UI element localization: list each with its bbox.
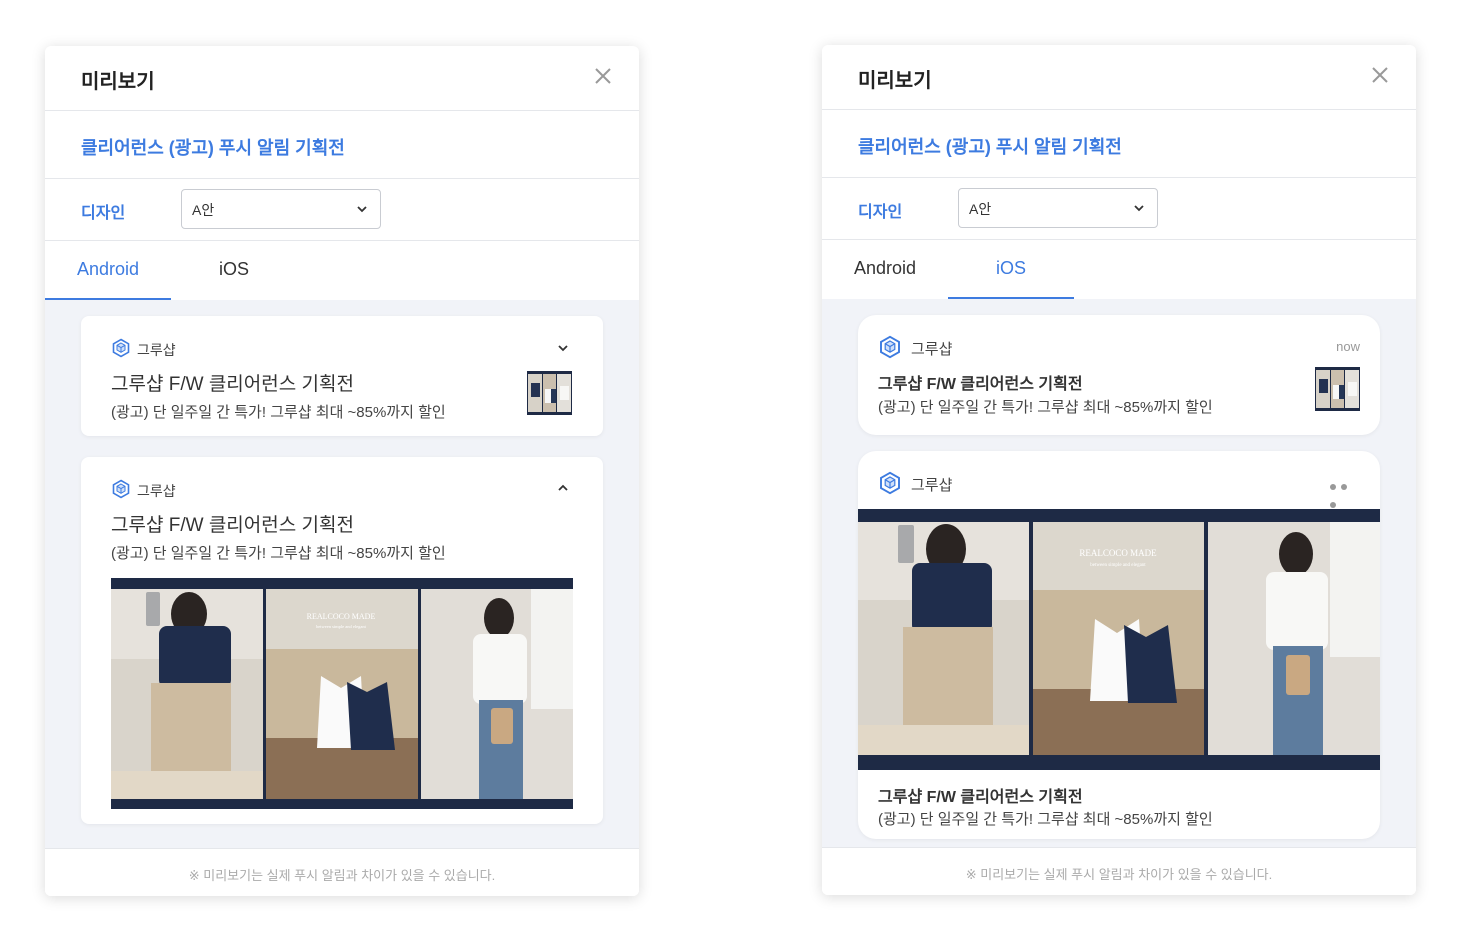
chevron-down-icon: [357, 206, 367, 213]
tab-android-label: Android: [853, 258, 917, 278]
notification-thumbnail: [1315, 367, 1360, 411]
notification-title: 그루샵 F/W 클리어런스 기획전: [878, 376, 1083, 393]
chevron-down-icon[interactable]: [556, 341, 570, 355]
design-row: 디자인 A안: [45, 179, 639, 241]
ios-notification-collapsed: 그루샵 now 그루샵 F/W 클리어런스 기획전 (광고) 단 일주일 간 특…: [858, 315, 1380, 435]
app-name: 그루샵: [911, 341, 953, 358]
close-icon[interactable]: [1368, 63, 1392, 87]
campaign-title-row: 클리어런스 (광고) 푸시 알림 기획전: [45, 111, 639, 179]
campaign-title: 클리어런스 (광고) 푸시 알림 기획전: [858, 137, 1122, 157]
banner-sub-text: between simple and elegant: [316, 624, 367, 629]
campaign-title-row: 클리어런스 (광고) 푸시 알림 기획전: [822, 110, 1416, 178]
ios-notification-expanded: 그루샵 REALCOCO MADE between simple and ele…: [858, 451, 1380, 839]
footer-note: ※ 미리보기는 실제 푸시 알림과 차이가 있을 수 있습니다.: [965, 867, 1273, 882]
chevron-up-icon[interactable]: [556, 481, 570, 495]
android-notification-collapsed: 그루샵 그루샵 F/W 클리어런스 기획전 (광고) 단 일주일 간 특가! 그…: [81, 316, 603, 436]
app-name: 그루샵: [911, 477, 953, 494]
tab-android[interactable]: Android: [822, 240, 948, 299]
notification-title: 그루샵 F/W 클리어런스 기획전: [878, 789, 1083, 806]
design-select[interactable]: A안: [958, 188, 1158, 228]
modal-title: 미리보기: [81, 71, 155, 93]
preview-modal-android: 미리보기 클리어런스 (광고) 푸시 알림 기획전 디자인 A안 Android…: [45, 46, 639, 896]
design-select-value: A안: [192, 202, 215, 218]
app-name: 그루샵: [137, 483, 176, 499]
banner-brand-text: REALCOCO MADE: [307, 612, 376, 621]
notification-body: (광고) 단 일주일 간 특가! 그루샵 최대 ~85%까지 할인: [111, 404, 446, 421]
hexagon-cube-icon: [880, 471, 900, 495]
modal-footer: ※ 미리보기는 실제 푸시 알림과 차이가 있을 수 있습니다.: [45, 848, 639, 896]
campaign-title: 클리어런스 (광고) 푸시 알림 기획전: [81, 138, 345, 158]
platform-tabs: Android iOS: [822, 240, 1416, 300]
notification-thumbnail: [527, 371, 572, 415]
preview-area: 그루샵 그루샵 F/W 클리어런스 기획전 (광고) 단 일주일 간 특가! 그…: [45, 300, 639, 848]
chevron-down-icon: [1134, 205, 1144, 212]
preview-area: 그루샵 now 그루샵 F/W 클리어런스 기획전 (광고) 단 일주일 간 특…: [822, 299, 1416, 847]
design-label: 디자인: [81, 205, 126, 222]
notification-body: (광고) 단 일주일 간 특가! 그루샵 최대 ~85%까지 할인: [111, 545, 446, 562]
tab-android-label: Android: [76, 259, 140, 279]
hexagon-cube-icon: [880, 335, 900, 359]
hexagon-cube-icon: [112, 338, 130, 358]
tab-ios[interactable]: iOS: [948, 240, 1074, 300]
tab-android[interactable]: Android: [45, 241, 171, 301]
hexagon-cube-icon: [112, 479, 130, 499]
notification-body: (광고) 단 일주일 간 특가! 그루샵 최대 ~85%까지 할인: [878, 399, 1213, 416]
tab-ios[interactable]: iOS: [171, 241, 297, 300]
design-row: 디자인 A안: [822, 178, 1416, 240]
banner-sub-text: between simple and elegant: [1090, 563, 1146, 568]
modal-title: 미리보기: [858, 70, 932, 92]
notification-title: 그루샵 F/W 클리어런스 기획전: [111, 374, 354, 395]
footer-note: ※ 미리보기는 실제 푸시 알림과 차이가 있을 수 있습니다.: [188, 868, 496, 883]
more-dots-icon[interactable]: [1330, 477, 1362, 508]
design-select-value: A안: [969, 201, 992, 217]
banner-brand-text: REALCOCO MADE: [1079, 548, 1157, 558]
notification-time: now: [1336, 339, 1360, 354]
preview-modal-ios: 미리보기 클리어런스 (광고) 푸시 알림 기획전 디자인 A안 Android…: [822, 45, 1416, 895]
design-label: 디자인: [858, 204, 903, 221]
modal-header: 미리보기: [45, 46, 639, 111]
modal-header: 미리보기: [822, 45, 1416, 110]
design-select[interactable]: A안: [181, 189, 381, 229]
close-icon[interactable]: [591, 64, 615, 88]
notification-body: (광고) 단 일주일 간 특가! 그루샵 최대 ~85%까지 할인: [878, 811, 1213, 828]
notification-banner-image: REALCOCO MADE between simple and elegant: [111, 578, 573, 809]
platform-tabs: Android iOS: [45, 241, 639, 301]
tab-ios-label: iOS: [995, 258, 1026, 278]
notification-title: 그루샵 F/W 클리어런스 기획전: [111, 515, 354, 536]
notification-banner-image: REALCOCO MADE between simple and elegant: [858, 509, 1380, 770]
tab-ios-label: iOS: [218, 259, 249, 279]
android-notification-expanded: 그루샵 그루샵 F/W 클리어런스 기획전 (광고) 단 일주일 간 특가! 그…: [81, 457, 603, 824]
modal-footer: ※ 미리보기는 실제 푸시 알림과 차이가 있을 수 있습니다.: [822, 847, 1416, 895]
app-name: 그루샵: [137, 342, 176, 358]
